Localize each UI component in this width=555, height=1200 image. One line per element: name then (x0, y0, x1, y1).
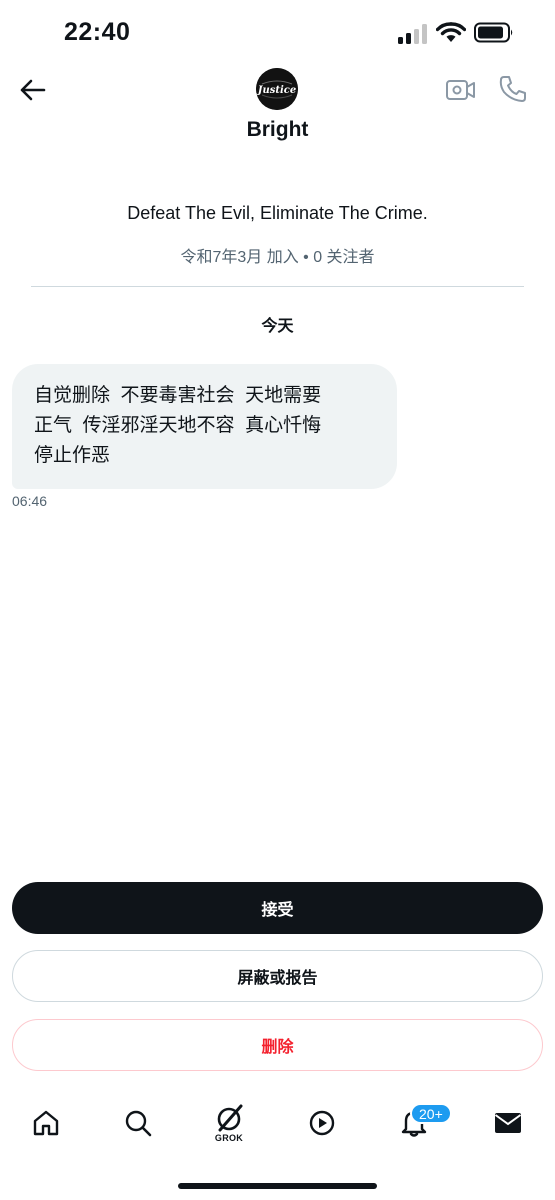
date-separator: 今天 (261, 318, 294, 335)
contact-name[interactable]: Bright (0, 118, 555, 142)
status-bar: 22:40 (0, 0, 555, 64)
back-button[interactable] (14, 72, 52, 108)
message-bubble[interactable]: 自觉删除 不要毒害社会 天地需要 正气 传淫邪淫天地不容 真心忏悔 停止作恶 (12, 364, 397, 489)
play-icon (309, 1110, 335, 1136)
phone-icon[interactable] (498, 74, 528, 104)
delete-button[interactable]: 删除 (12, 1019, 543, 1071)
block-or-report-button[interactable]: 屏蔽或报告 (12, 950, 543, 1002)
avatar-text: Justice (256, 85, 296, 96)
envelope-icon (494, 1113, 522, 1133)
tab-video[interactable] (302, 1100, 342, 1146)
wifi-icon (436, 22, 466, 42)
message-line: 自觉删除 不要毒害社会 天地需要 (34, 385, 322, 406)
notification-badge: 20+ (410, 1103, 452, 1124)
divider (31, 286, 524, 287)
home-indicator (178, 1183, 377, 1189)
message-timestamp: 06:46 (12, 493, 48, 509)
cellular-signal-icon (398, 24, 428, 44)
tab-messages[interactable] (488, 1100, 528, 1146)
arrow-left-icon (20, 79, 46, 101)
message-line: 停止作恶 (34, 445, 111, 466)
grok-label: GROK (214, 1132, 244, 1143)
status-time: 22:40 (64, 18, 131, 46)
search-icon (125, 1110, 152, 1137)
tab-home[interactable] (26, 1100, 66, 1146)
accept-button[interactable]: 接受 (12, 882, 543, 934)
avatar[interactable]: Justice (256, 68, 298, 110)
profile-bio: Defeat The Evil, Eliminate The Crime. (127, 203, 428, 223)
battery-icon (474, 22, 513, 43)
tab-search[interactable] (118, 1100, 158, 1146)
home-icon (33, 1110, 59, 1136)
profile-meta: 令和7年3月 加入 • 0 关注者 (180, 249, 375, 266)
grok-icon (217, 1104, 243, 1131)
message-line: 正气 传淫邪淫天地不容 真心忏悔 (34, 415, 322, 436)
video-camera-icon[interactable] (445, 76, 477, 104)
tab-grok[interactable]: GROK (207, 1100, 251, 1146)
avatar-justice-logo: Justice (256, 68, 298, 110)
